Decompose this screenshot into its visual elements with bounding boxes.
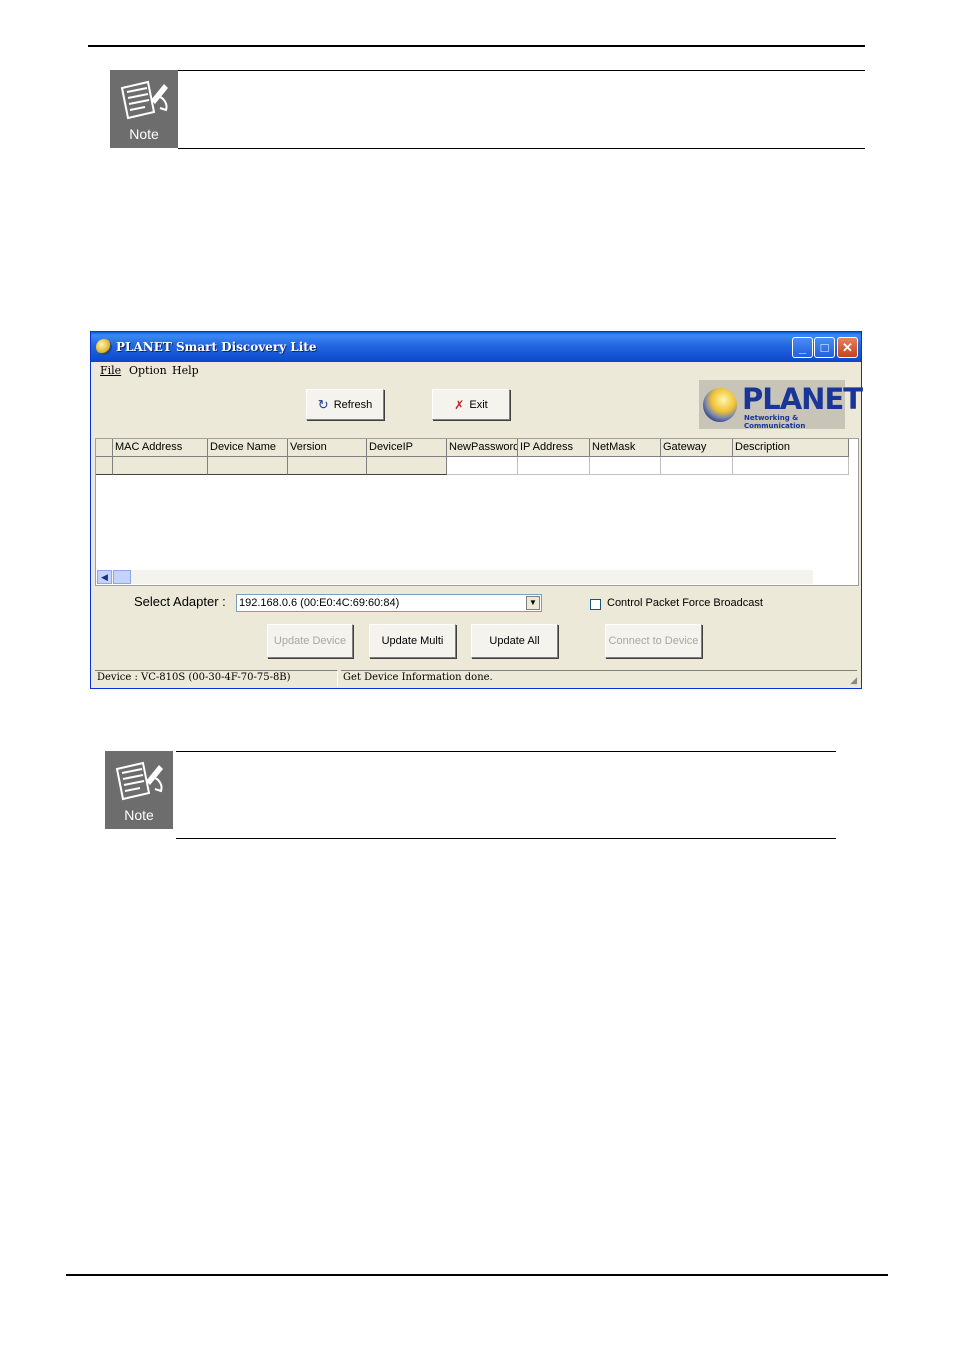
table-row-selector[interactable] — [96, 457, 113, 475]
refresh-icon: ↻ — [317, 396, 329, 412]
table-cell[interactable] — [113, 457, 208, 475]
exit-icon: ✗ — [454, 397, 465, 412]
note-label: Note — [124, 807, 154, 823]
table-cell[interactable] — [447, 457, 518, 475]
top-rule — [88, 45, 865, 47]
refresh-button[interactable]: ↻ Refresh — [306, 389, 384, 420]
update-multi-button[interactable]: Update Multi — [369, 624, 456, 658]
chevron-down-icon[interactable]: ▼ — [526, 596, 540, 610]
menu-help[interactable]: Help — [172, 364, 199, 377]
window-title: PLANET Smart Discovery Lite — [116, 340, 317, 354]
note2-top-rule — [176, 751, 836, 752]
maximize-icon: □ — [820, 340, 829, 355]
status-device: Device : VC-810S (00-30-4F-70-75-8B) — [95, 670, 338, 686]
logo-text: PLANET — [742, 382, 863, 416]
update-all-button[interactable]: Update All — [471, 624, 558, 658]
column-header-mac-address[interactable]: MAC Address — [113, 439, 208, 457]
logo-subtext: Networking & Communication — [744, 414, 806, 430]
scroll-left-icon[interactable]: ◀ — [97, 570, 112, 584]
exit-label: Exit — [469, 398, 488, 411]
exit-button[interactable]: ✗ Exit — [432, 389, 510, 420]
table-cell[interactable] — [590, 457, 661, 475]
table-cell[interactable] — [661, 457, 733, 475]
horizontal-scrollbar[interactable]: ◀ — [97, 570, 813, 584]
column-header-device-name[interactable]: Device Name — [208, 439, 288, 457]
app-icon — [96, 339, 112, 355]
column-header-netmask[interactable]: NetMask — [590, 439, 661, 457]
column-header-device-ip[interactable]: DeviceIP — [367, 439, 447, 457]
grid-corner — [96, 439, 113, 457]
minimize-button[interactable]: _ — [792, 337, 813, 358]
maximize-button[interactable]: □ — [814, 337, 835, 358]
column-header-ip-address[interactable]: IP Address — [518, 439, 590, 457]
table-cell[interactable] — [733, 457, 849, 475]
bottom-rule — [66, 1274, 888, 1276]
broadcast-checkbox[interactable] — [590, 599, 601, 610]
note-icon: Note — [105, 751, 173, 829]
menu-file[interactable]: File — [100, 364, 121, 377]
refresh-label: Refresh — [333, 398, 373, 411]
menu-option[interactable]: Option — [129, 364, 167, 377]
update-multi-label: Update Multi — [381, 635, 444, 647]
update-device-button[interactable]: Update Device — [267, 624, 353, 658]
connect-to-device-button[interactable]: Connect to Device — [605, 624, 702, 658]
table-cell[interactable] — [367, 457, 447, 475]
planet-logo: PLANET Networking & Communication — [699, 380, 863, 430]
table-cell[interactable] — [518, 457, 590, 475]
note-label: Note — [129, 126, 159, 142]
status-bar: Device : VC-810S (00-30-4F-70-75-8B) Get… — [95, 670, 857, 686]
note-pencil-icon — [115, 761, 163, 801]
device-grid[interactable]: MAC Address Device Name Version DeviceIP… — [95, 438, 859, 586]
title-bar[interactable]: PLANET Smart Discovery Lite _ □ ✕ — [91, 332, 861, 362]
minimize-icon: _ — [798, 340, 807, 355]
column-header-version[interactable]: Version — [288, 439, 367, 457]
note-pencil-icon — [120, 80, 168, 120]
adapter-select-value: 192.168.0.6 (00:E0:4C:69:60:84) — [239, 597, 400, 609]
adapter-select[interactable]: 192.168.0.6 (00:E0:4C:69:60:84) ▼ — [236, 594, 542, 612]
close-button[interactable]: ✕ — [837, 337, 858, 358]
menu-bar: File Option Help — [91, 362, 861, 380]
note1-bottom-rule — [178, 148, 865, 149]
select-adapter-label: Select Adapter : — [134, 594, 226, 609]
update-all-label: Update All — [489, 635, 540, 647]
note1-top-rule — [178, 70, 865, 71]
scroll-thumb[interactable] — [113, 570, 131, 584]
note-icon: Note — [110, 70, 178, 148]
table-cell[interactable] — [208, 457, 288, 475]
resize-grip-icon[interactable]: ◢ — [850, 676, 857, 686]
column-header-gateway[interactable]: Gateway — [661, 439, 733, 457]
update-device-label: Update Device — [273, 635, 347, 647]
status-message: Get Device Information done. — [341, 670, 857, 686]
column-header-new-password[interactable]: NewPassword — [447, 439, 518, 457]
close-icon: ✕ — [842, 340, 853, 355]
column-header-description[interactable]: Description — [733, 439, 849, 457]
table-cell[interactable] — [288, 457, 367, 475]
app-window: PLANET Smart Discovery Lite _ □ ✕ File O… — [90, 331, 863, 689]
planet-globe-icon — [703, 388, 737, 422]
note2-bottom-rule — [176, 838, 836, 839]
connect-to-device-label: Connect to Device — [608, 635, 699, 647]
broadcast-checkbox-label[interactable]: Control Packet Force Broadcast — [607, 597, 763, 609]
